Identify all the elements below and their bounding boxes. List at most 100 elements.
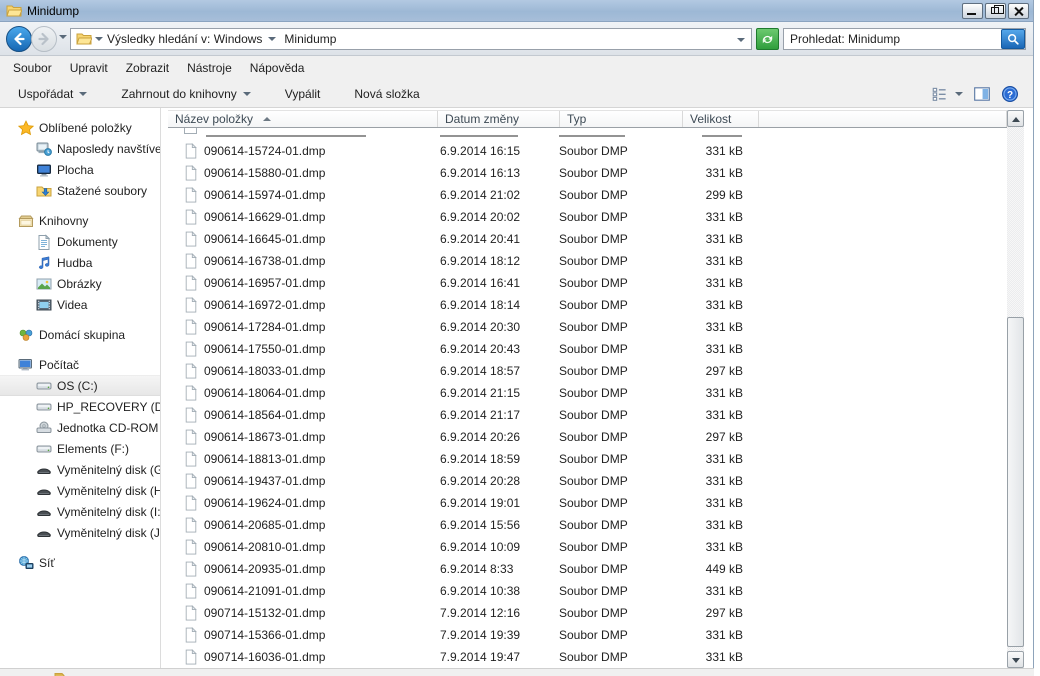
file-size-cell: 331 kB [677,584,753,598]
sidebar-item-pocitac[interactable]: Počítač [0,354,160,375]
breadcrumb-root[interactable]: Výsledky hledání v: Windows [103,29,280,49]
sidebar-item-hudba[interactable]: Hudba [0,252,160,273]
restore-button[interactable] [985,3,1006,19]
table-row[interactable]: 090614-18033-01.dmp6.9.2014 18:57Soubor … [162,360,1007,382]
table-row[interactable]: 090614-16738-01.dmp6.9.2014 18:12Soubor … [162,250,1007,272]
table-row[interactable]: 090614-16645-01.dmp6.9.2014 20:41Soubor … [162,228,1007,250]
search-input[interactable] [784,32,1001,46]
table-row[interactable]: 090614-20685-01.dmp6.9.2014 15:56Soubor … [162,514,1007,536]
toolbar-zahrnout-do-knihovny-button[interactable]: Zahrnout do knihovny [111,83,260,105]
menu-upravit[interactable]: Upravit [61,59,117,77]
title-bar[interactable]: Minidump [0,0,1033,22]
column-header-velikost[interactable]: Velikost [683,111,759,127]
sidebar-item-obrazky[interactable]: Obrázky [0,273,160,294]
toolbar-label: Uspořádat [18,87,73,101]
menu-soubor[interactable]: Soubor [4,59,61,77]
sidebar-item-vymenitelny-disk-i[interactable]: Vyměnitelný disk (I:) [0,501,160,522]
breadcrumb-chevron-icon[interactable] [95,37,103,41]
table-row[interactable]: 090614-20935-01.dmp6.9.2014 8:33Soubor D… [162,558,1007,580]
file-size-cell: 297 kB [677,364,753,378]
file-date-cell: 6.9.2014 15:56 [432,518,554,532]
table-row[interactable]: 090714-15366-01.dmp7.9.2014 19:39Soubor … [162,624,1007,646]
address-dropdown-button[interactable] [733,32,749,46]
close-button[interactable] [1008,3,1029,19]
file-size-cell: 331 kB [677,540,753,554]
chevron-down-icon[interactable] [268,37,276,41]
history-chevron-icon[interactable] [59,35,67,39]
file-icon [184,275,198,291]
menu-napoveda[interactable]: Nápověda [241,59,314,77]
table-row[interactable]: 090614-19437-01.dmp6.9.2014 20:28Soubor … [162,470,1007,492]
sidebar-item-elements-f[interactable]: Elements (F:) [0,438,160,459]
views-button[interactable] [931,85,963,103]
sidebar-item-sit[interactable]: Síť [0,552,160,573]
sidebar-item-naposledy-navstiven[interactable]: Naposledy navštíven [0,138,160,159]
table-row[interactable]: 090614-15880-01.dmp6.9.2014 16:13Soubor … [162,162,1007,184]
table-row[interactable]: 090614-21091-01.dmp6.9.2014 10:38Soubor … [162,580,1007,602]
toolbar-vypalit-button[interactable]: Vypálit [275,83,331,105]
toolbar-nova-slozka-button[interactable]: Nová složka [344,83,429,105]
table-row[interactable]: 090614-18813-01.dmp6.9.2014 18:59Soubor … [162,448,1007,470]
file-icon [184,341,198,357]
column-headers: Název položkyDatum změnyTypVelikost [168,110,1007,128]
search-button[interactable] [1001,29,1025,49]
minimize-button[interactable] [962,3,983,19]
back-button[interactable] [6,26,32,52]
table-row[interactable]: 090614-18673-01.dmp6.9.2014 20:26Soubor … [162,426,1007,448]
sidebar-item-vymenitelny-disk-h[interactable]: Vyměnitelný disk (H:) [0,480,160,501]
breadcrumb[interactable]: Výsledky hledání v: Windows Minidump [70,28,752,50]
help-button[interactable]: ? [1001,85,1019,103]
scroll-up-button[interactable] [1007,110,1024,127]
table-row[interactable]: 090714-16036-01.dmp7.9.2014 19:47Soubor … [162,646,1007,668]
table-row[interactable]: 090614-17550-01.dmp6.9.2014 20:43Soubor … [162,338,1007,360]
table-row[interactable]: 090614-15974-01.dmp6.9.2014 21:02Soubor … [162,184,1007,206]
forward-button[interactable] [31,26,57,52]
file-icon [184,649,198,665]
file-date-cell: 6.9.2014 16:41 [432,276,554,290]
table-row[interactable]: 090614-16957-01.dmp6.9.2014 16:41Soubor … [162,272,1007,294]
sidebar-item-dokumenty[interactable]: Dokumenty [0,231,160,252]
scrollbar-thumb[interactable] [1007,317,1024,647]
column-header-nazev-polozky[interactable]: Název položky [168,111,438,127]
sidebar-item-knihovny[interactable]: Knihovny [0,210,160,231]
sidebar-item-plocha[interactable]: Plocha [0,159,160,180]
table-row[interactable]: 090614-16972-01.dmp6.9.2014 18:14Soubor … [162,294,1007,316]
preview-pane-button[interactable] [973,85,991,103]
menu-nastroje[interactable]: Nástroje [178,59,241,77]
sidebar-item-label: Stažené soubory [57,184,147,198]
refresh-button[interactable] [756,28,779,50]
sidebar-item-vymenitelny-disk-g[interactable]: Vyměnitelný disk (G:) [0,459,160,480]
toolbar-usporadat-button[interactable]: Uspořádat [8,83,97,105]
table-row[interactable]: 090714-15132-01.dmp7.9.2014 12:16Soubor … [162,602,1007,624]
music-icon [36,255,52,271]
column-header-typ[interactable]: Typ [560,111,683,127]
table-row[interactable]: 090614-18564-01.dmp6.9.2014 21:17Soubor … [162,404,1007,426]
table-row[interactable]: 090614-20810-01.dmp6.9.2014 10:09Soubor … [162,536,1007,558]
sidebar-item-videa[interactable]: Videa [0,294,160,315]
table-row[interactable]: 090614-18064-01.dmp6.9.2014 21:15Soubor … [162,382,1007,404]
file-type-cell: Soubor DMP [554,254,677,268]
back-arrow-icon [11,31,27,47]
table-row[interactable]: 090614-19624-01.dmp6.9.2014 19:01Soubor … [162,492,1007,514]
table-row[interactable]: 090614-16629-01.dmp6.9.2014 20:02Soubor … [162,206,1007,228]
breadcrumb-current[interactable]: Minidump [280,29,340,49]
vertical-scrollbar[interactable] [1007,110,1024,668]
file-name-cell: 090614-20685-01.dmp [162,517,432,533]
table-row[interactable]: 090614-17284-01.dmp6.9.2014 20:30Soubor … [162,316,1007,338]
sidebar-item-stazene-soubory[interactable]: Stažené soubory [0,180,160,201]
file-name: 090614-19624-01.dmp [204,496,325,510]
file-size-cell: 449 kB [677,562,753,576]
sidebar-item-vymenitelny-disk-j[interactable]: Vyměnitelný disk (J:) [0,522,160,543]
sidebar-item-domaci-skupina[interactable]: Domácí skupina [0,324,160,345]
sidebar-item-oblibene-polozky[interactable]: Oblíbené položky [0,117,160,138]
file-name-cell: 090714-15366-01.dmp [162,627,432,643]
recent-icon [36,141,52,157]
sidebar-item-hp-recovery-d[interactable]: HP_RECOVERY (D:) [0,396,160,417]
column-header-datum-zmeny[interactable]: Datum změny [438,111,560,127]
scroll-down-button[interactable] [1007,651,1024,668]
sidebar-item-jednotka-cd-rom-e[interactable]: Jednotka CD-ROM (E:) [0,417,160,438]
menu-zobrazit[interactable]: Zobrazit [117,59,178,77]
table-row[interactable]: 090614-15724-01.dmp6.9.2014 16:15Soubor … [162,140,1007,162]
sidebar-group-pocitac: PočítačOS (C:)HP_RECOVERY (D:)Jednotka C… [0,354,160,543]
sidebar-item-os-c[interactable]: OS (C:) [0,375,160,396]
